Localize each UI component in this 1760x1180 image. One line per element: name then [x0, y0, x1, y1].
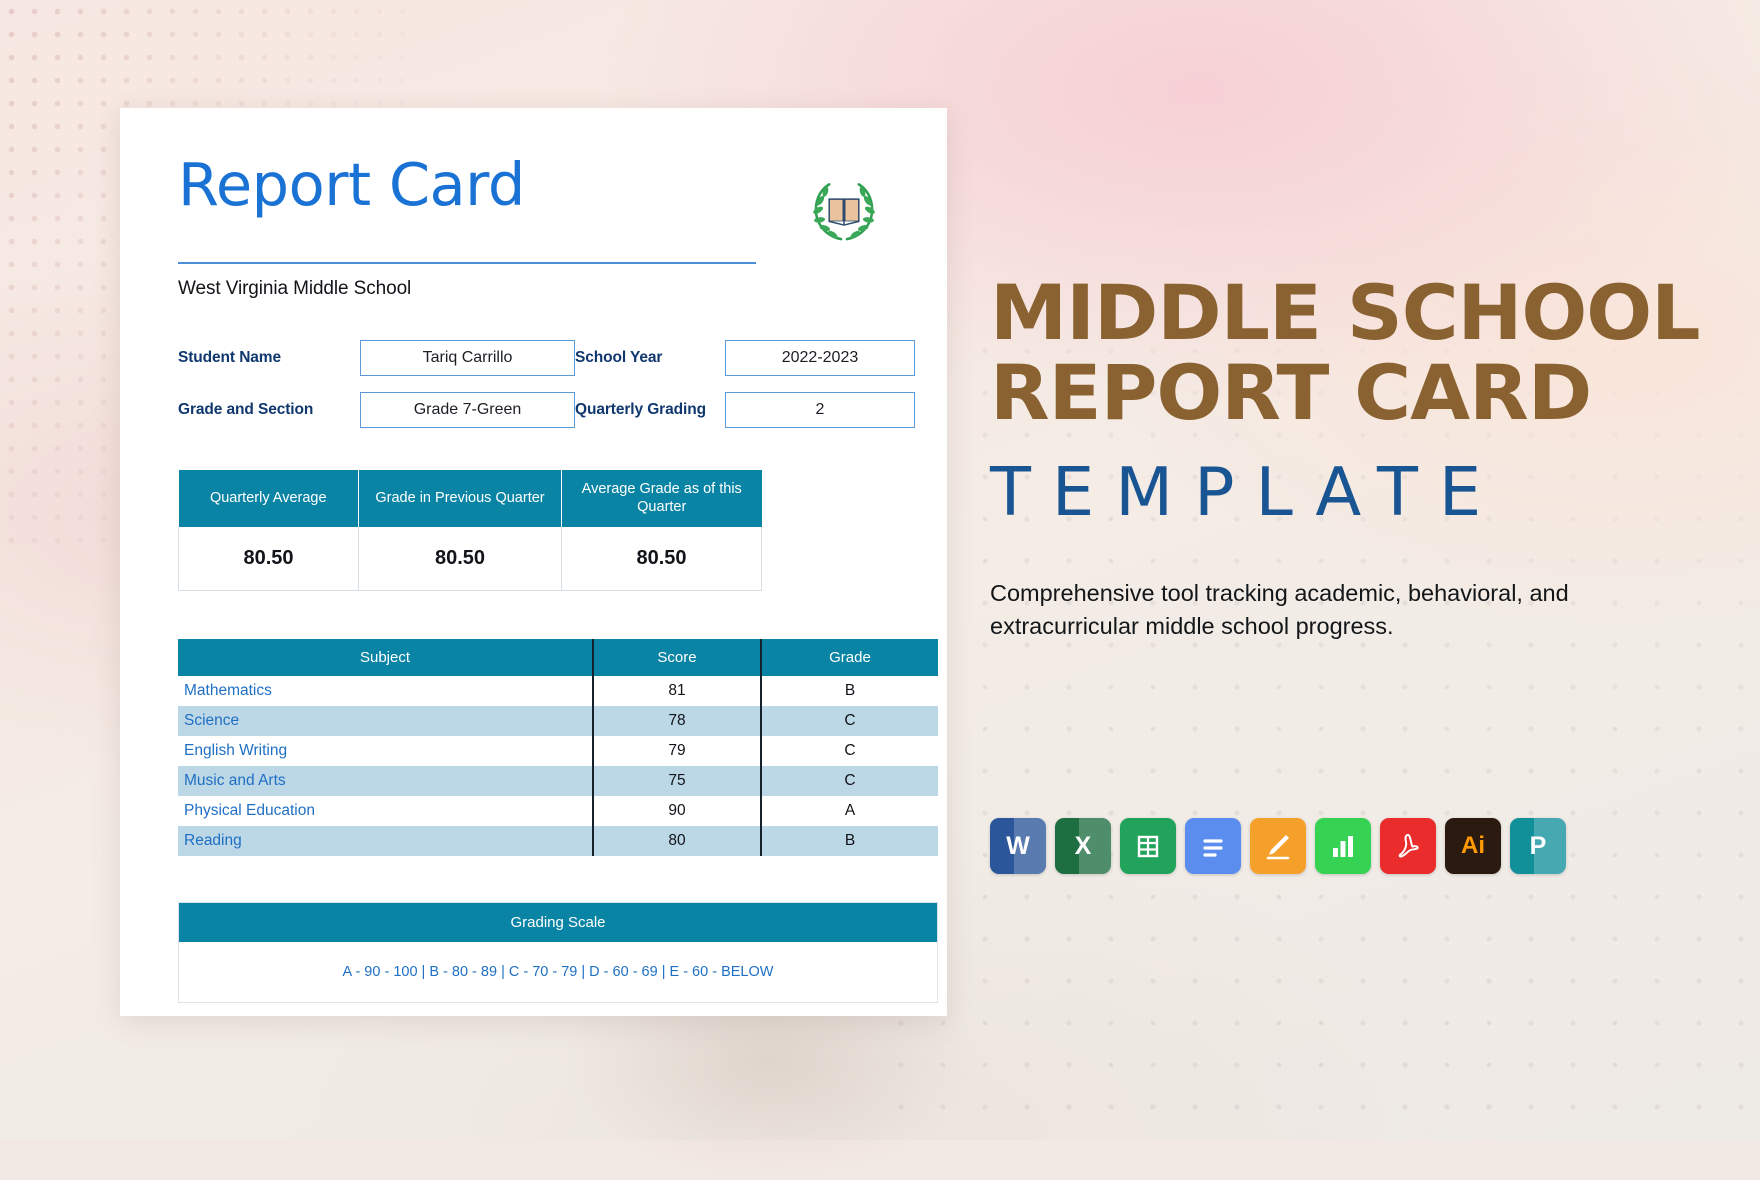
table-row: Reading 80 B: [178, 825, 938, 856]
grade-cell: B: [761, 825, 938, 856]
promo-headline-line3: TEMPLATE: [990, 453, 1503, 532]
laurel-wreath-book-icon: [807, 174, 881, 248]
school-year-label: School Year: [575, 349, 663, 366]
google-docs-icon[interactable]: [1185, 818, 1241, 874]
microsoft-excel-icon[interactable]: X: [1055, 818, 1111, 874]
subjects-header-grade: Grade: [761, 638, 938, 676]
grade-cell: A: [844, 801, 856, 819]
word-icon-letter: W: [1006, 831, 1030, 860]
promo-headline-line1: MIDDLE SCHOOL: [990, 268, 1701, 357]
grade-section-input[interactable]: Grade 7-Green: [360, 392, 575, 428]
publisher-icon-letter: P: [1529, 831, 1547, 860]
grade-cell: C: [761, 765, 938, 796]
page-title: Report Card: [178, 150, 525, 219]
apple-numbers-icon[interactable]: [1315, 818, 1371, 874]
subjects-header-subject: Subject: [178, 638, 594, 676]
score-cell: 81: [593, 675, 762, 706]
promo-panel: MIDDLE SCHOOL REPORT CARD TEMPLATE Compr…: [990, 275, 1701, 642]
subject-cell: Music and Arts: [178, 765, 594, 796]
grading-scale-section: Grading Scale A - 90 - 100 | B - 80 - 89…: [178, 901, 938, 1003]
student-name-label: Student Name: [178, 349, 282, 366]
document-header: Report Card: [178, 150, 889, 248]
subject-cell: Mathematics: [178, 675, 594, 706]
grading-scale-text: A - 90 - 100 | B - 80 - 89 | C - 70 - 79…: [179, 941, 937, 1002]
averages-value-cell: 80.50: [178, 527, 359, 591]
microsoft-word-icon[interactable]: W: [990, 818, 1046, 874]
subjects-header-score: Score: [593, 638, 762, 676]
google-sheets-icon[interactable]: [1120, 818, 1176, 874]
score-cell: 90: [593, 795, 762, 826]
subjects-header-row: Subject Score Grade: [178, 638, 938, 676]
school-year-input[interactable]: 2022-2023: [725, 340, 915, 376]
table-row: Music and Arts 75 C: [178, 765, 938, 796]
grading-scale-header: Grading Scale: [179, 902, 937, 942]
student-info-fields: Student Name Tariq Carrillo School Year …: [178, 340, 915, 428]
subject-cell: Science: [178, 705, 594, 736]
illustrator-icon-letters: Ai: [1461, 832, 1485, 859]
subject-cell: Physical Education: [178, 795, 594, 826]
subject-cell: English Writing: [178, 735, 594, 766]
score-cell: 75: [593, 765, 762, 796]
adobe-pdf-icon[interactable]: [1380, 818, 1436, 874]
google-sheets-glyph: [1137, 835, 1159, 858]
averages-value-cell: 80.50: [358, 527, 562, 591]
score-cell: 79: [593, 735, 762, 766]
numbers-bars-glyph: [1333, 836, 1353, 857]
grade-cell: C: [761, 705, 938, 736]
report-card-document: Report Card West Virginia Middle School …: [120, 108, 947, 1016]
averages-header-row: Quarterly Average Grade in Previous Quar…: [178, 470, 762, 528]
title-divider: [178, 262, 756, 264]
promo-headline-line2: REPORT CARD: [990, 347, 1592, 437]
subjects-table: Subject Score Grade Mathematics 81 B Sci…: [178, 638, 938, 856]
excel-icon-letter: X: [1074, 831, 1092, 860]
microsoft-publisher-icon[interactable]: P: [1510, 818, 1566, 874]
score-cell: 80: [593, 825, 762, 856]
grade-cell: C: [844, 741, 856, 759]
averages-value-row: 80.50 80.50 80.50: [178, 527, 762, 591]
averages-header-cell: Quarterly Average: [178, 470, 359, 528]
table-row: Science 78 C: [178, 705, 938, 736]
table-row: Mathematics 81 B: [178, 675, 938, 706]
pages-pen-glyph: [1266, 835, 1290, 860]
averages-header-cell: Grade in Previous Quarter: [358, 470, 562, 528]
pdf-acrobat-glyph: [1398, 834, 1419, 858]
subject-cell: Reading: [178, 825, 594, 856]
averages-table: Quarterly Average Grade in Previous Quar…: [178, 470, 762, 591]
table-row: English Writing 79 C: [178, 735, 938, 766]
quarterly-grading-input[interactable]: 2: [725, 392, 915, 428]
adobe-illustrator-icon[interactable]: Ai: [1445, 818, 1501, 874]
averages-header-cell: Average Grade as of this Quarter: [561, 470, 762, 528]
averages-value-cell: 80.50: [561, 527, 762, 591]
school-name: West Virginia Middle School: [178, 278, 412, 299]
table-row: Physical Education 90 A: [178, 795, 938, 826]
score-cell: 78: [593, 705, 762, 736]
google-docs-glyph: [1203, 839, 1223, 857]
grade-section-label: Grade and Section: [178, 401, 314, 418]
quarterly-grading-label: Quarterly Grading: [575, 401, 706, 418]
apple-pages-icon[interactable]: [1250, 818, 1306, 874]
supported-formats-icon-row: W X Ai P: [990, 818, 1566, 874]
grade-cell: B: [844, 681, 856, 699]
student-name-input[interactable]: Tariq Carrillo: [360, 340, 575, 376]
promo-description: Comprehensive tool tracking academic, be…: [990, 580, 1569, 639]
